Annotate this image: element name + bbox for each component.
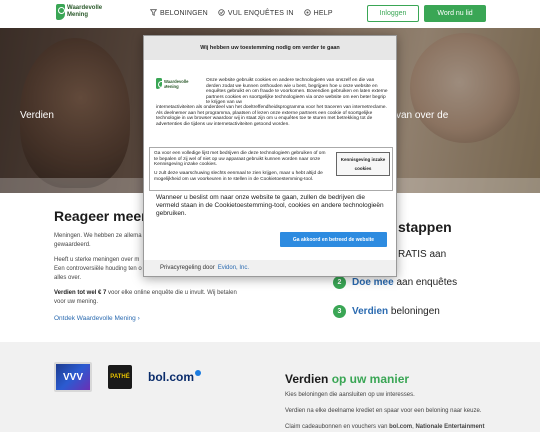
consent-heading: Wij hebben uw toestemming nodig om verde… bbox=[144, 36, 396, 60]
chevron-right-icon: › bbox=[137, 315, 140, 322]
step-number-badge: 3 bbox=[333, 305, 346, 318]
step-number-badge: 2 bbox=[333, 276, 346, 289]
rewards-line-3: Claim cadeaubonnen en vouchers van bol.c… bbox=[285, 424, 485, 430]
cookie-consent-dialog: Wij hebben uw toestemming nodig om verde… bbox=[143, 35, 397, 277]
nav-item-vul-enquetes[interactable]: VUL ENQUÊTES IN bbox=[218, 9, 294, 18]
main-nav: BELONINGEN VUL ENQUÊTES IN HELP bbox=[149, 9, 333, 18]
ontdek-link[interactable]: Ontdek Waardevolle Mening › bbox=[54, 315, 140, 322]
paragraph-verdien: Verdien tot wel € 7 voor elke online enq… bbox=[54, 290, 237, 305]
login-button[interactable]: Inloggen bbox=[367, 5, 419, 22]
vvv-giftcard-logo: VVV bbox=[54, 362, 92, 392]
consent-box-text: Ga voor een volledige lijst met bedrijve… bbox=[154, 151, 326, 167]
hero-text-left: Verdien bbox=[20, 110, 54, 121]
section-title-verdien: Verdien op uw manier bbox=[285, 372, 410, 386]
pathe-voucher-logo: PATHÉ bbox=[108, 365, 132, 389]
accept-and-enter-button[interactable]: Ga akkoord en betreed de website bbox=[280, 232, 387, 247]
consent-logo: Waardevolle Mening bbox=[156, 78, 189, 89]
nav-label: HELP bbox=[313, 10, 333, 17]
join-button[interactable]: Word nu lid bbox=[424, 5, 486, 22]
logo-icon bbox=[156, 78, 165, 89]
logo-line2: Mening bbox=[67, 12, 88, 18]
consent-info-box: Ga voor een volledige lijst met bedrijve… bbox=[149, 147, 393, 191]
rewards-line-2: Verdien na elke deelname krediet en spaa… bbox=[285, 408, 482, 414]
site-logo[interactable]: Waardevolle Mening bbox=[56, 4, 102, 20]
consent-main-text: Wanneer u beslist om naar onze website t… bbox=[156, 194, 384, 217]
step-item: 2 Doe mee aan enquêtes bbox=[333, 276, 457, 289]
nav-label: BELONINGEN bbox=[160, 10, 208, 17]
question-icon bbox=[303, 9, 311, 18]
rewards-line-1: Kies beloningen die aansluiten op uw int… bbox=[285, 392, 415, 398]
checklist-icon bbox=[218, 9, 225, 18]
hero-text-right: van over de bbox=[396, 110, 449, 121]
funnel-icon bbox=[149, 9, 158, 18]
consent-box-text-2: U zult deze waarschuwing slechts eenmaal… bbox=[154, 171, 323, 182]
logo-icon bbox=[56, 4, 65, 20]
cookie-notice-button[interactable]: Kennisgeving inzake cookies bbox=[336, 152, 390, 176]
nav-item-beloningen[interactable]: BELONINGEN bbox=[149, 9, 208, 18]
logo-line1: Waardevolle bbox=[67, 5, 103, 11]
evidon-link[interactable]: Evidon, Inc. bbox=[218, 265, 249, 271]
consent-intro-text-continued: internetactiviteiten als onderdeel van h… bbox=[156, 105, 387, 127]
nav-item-help[interactable]: HELP bbox=[303, 9, 333, 18]
reward-logos: VVV PATHÉ bol.com bbox=[54, 362, 202, 392]
bolcom-logo: bol.com bbox=[148, 370, 202, 384]
step-1-text: RATIS aan bbox=[398, 249, 447, 260]
consent-footer: Privacyregeling door Evidon, Inc. bbox=[144, 260, 396, 276]
step-item: 3 Verdien beloningen bbox=[333, 305, 440, 318]
site-header: Waardevolle Mening BELONINGEN VUL ENQUÊT… bbox=[0, 0, 540, 28]
stappen-title: stappen bbox=[398, 219, 452, 235]
nav-label: VUL ENQUÊTES IN bbox=[227, 10, 294, 17]
consent-intro-text: Onze website gebruikt cookies en andere … bbox=[206, 78, 388, 105]
